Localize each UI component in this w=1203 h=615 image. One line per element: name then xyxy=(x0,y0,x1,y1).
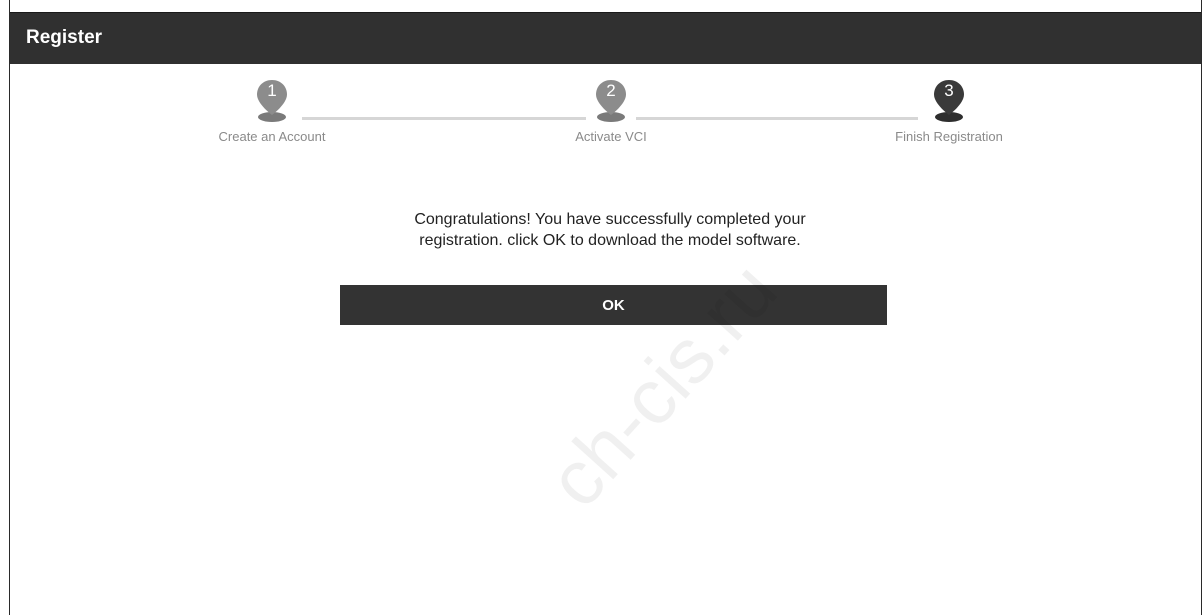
ok-button[interactable]: OK xyxy=(340,285,887,325)
step-create-account: 1 Create an Account xyxy=(182,78,362,144)
success-message-line-1: Congratulations! You have successfully c… xyxy=(414,211,806,228)
step-finish-registration: 3 Finish Registration xyxy=(859,78,1039,144)
success-message-line-2: registration. click OK to download the m… xyxy=(419,232,801,249)
step-activate-vci: 2 Activate VCI xyxy=(521,78,701,144)
title-bar: Register xyxy=(10,12,1201,64)
success-message: Congratulations! You have successfully c… xyxy=(340,209,880,251)
register-window: Register 1 Create an Account 2 Activate … xyxy=(9,0,1202,615)
content-area: 1 Create an Account 2 Activate VCI 3 Fin… xyxy=(10,64,1201,615)
step-1-label: Create an Account xyxy=(218,129,326,144)
step-2-number: 2 xyxy=(606,81,616,100)
step-1-number: 1 xyxy=(267,81,277,100)
step-1-marker: 1 xyxy=(252,78,292,124)
window-title: Register xyxy=(26,27,103,48)
step-3-marker: 3 xyxy=(929,78,969,124)
step-2-label: Activate VCI xyxy=(575,129,647,144)
step-3-label: Finish Registration xyxy=(895,129,1003,144)
step-3-number: 3 xyxy=(944,81,954,100)
step-2-marker: 2 xyxy=(591,78,631,124)
